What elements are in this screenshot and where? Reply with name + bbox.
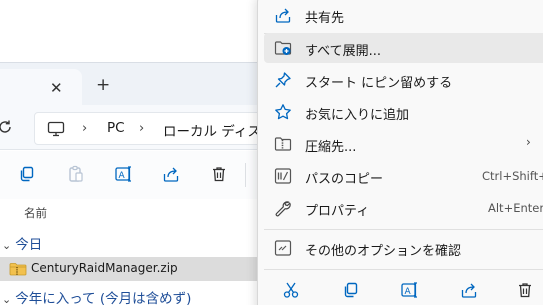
chevron-down-icon: ⌄ [2,293,12,305]
pc-icon [47,121,65,137]
breadcrumb-pc[interactable]: PC [107,120,125,136]
chevron-down-icon: ⌄ [2,239,12,252]
new-tab-icon[interactable]: + [96,76,110,94]
share-icon [274,6,292,24]
refresh-icon[interactable] [0,118,14,136]
copy-icon[interactable] [342,281,360,299]
star-icon [274,103,292,121]
chevron-right-icon: › [526,135,531,149]
copy-icon[interactable] [18,165,36,183]
menu-item-label: スタート にピン留めする [305,76,453,91]
menu-separator [264,229,543,230]
share-icon[interactable] [162,165,180,183]
svg-text:A: A [405,287,412,297]
group-header-today[interactable]: ⌄ 今日 [2,233,42,253]
shortcut-label: Ctrl+Shift+C [482,169,543,183]
file-row[interactable]: CenturyRaidManager.zip [0,257,262,281]
rename-icon[interactable]: A [114,165,134,183]
svg-text:A: A [119,171,126,181]
menu-separator [264,269,543,270]
wrench-icon [274,199,292,217]
menu-item-label: 圧縮先... [305,140,357,155]
explorer-tab[interactable]: ✕ [0,69,82,107]
menu-item-label: 共有先 [305,11,345,26]
screen: ✕ + › PC › ローカル ディスク ( A 名前 ⌄ 今日 Century… [0,0,543,305]
menu-item-pin-to-start[interactable]: スタート にピン留めする [264,65,543,95]
menu-item-compress-to[interactable]: 圧縮先... › [264,129,543,159]
delete-icon[interactable] [210,165,228,183]
shortcut-label: Alt+Enter [488,201,543,215]
group-header-label: 今日 [15,237,43,253]
toolbar-divider [245,163,246,187]
zip-folder-icon [9,261,27,277]
context-menu: 共有先 すべて展開... スタート にピン留めする お気に入りに追加 圧縮先..… [257,0,543,305]
menu-item-copy-path[interactable]: パスのコピー Ctrl+Shift+C [264,161,543,191]
address-field[interactable]: › PC › ローカル ディスク ( [34,112,284,145]
menu-item-add-favorites[interactable]: お気に入りに追加 [264,97,543,127]
extract-all-icon [274,39,292,57]
tab-close-icon[interactable]: ✕ [50,80,63,96]
zip-folder-icon [274,135,292,153]
file-name: CenturyRaidManager.zip [31,261,178,275]
menu-item-label: プロパティ [305,204,370,219]
menu-item-properties[interactable]: プロパティ Alt+Enter [264,193,543,223]
menu-item-share-with[interactable]: 共有先 [264,0,543,30]
breadcrumb-separator-icon: › [139,121,145,136]
menu-item-label: パスのコピー [305,172,384,187]
delete-icon[interactable] [516,281,534,299]
more-options-icon [274,239,292,257]
cut-icon[interactable] [282,281,300,299]
share-icon[interactable] [460,281,478,299]
menu-item-show-more-options[interactable]: その他のオプションを確認 [264,233,543,263]
menu-item-label: お気に入りに追加 [305,108,410,123]
pin-icon [274,71,292,89]
paste-icon [67,165,85,183]
group-header-label: 今年に入って (今月は含めず) [15,291,192,305]
menu-item-label: その他のオプションを確認 [305,244,462,259]
rename-icon[interactable]: A [400,281,420,299]
breadcrumb-separator-icon: › [82,121,88,136]
copy-path-icon [274,167,292,185]
menu-item-extract-all[interactable]: すべて展開... [264,33,543,63]
column-header-name[interactable]: 名前 [24,205,47,221]
menu-item-label: すべて展開... [305,44,381,59]
group-header-this-year[interactable]: ⌄ 今年に入って (今月は含めず) [2,287,191,305]
